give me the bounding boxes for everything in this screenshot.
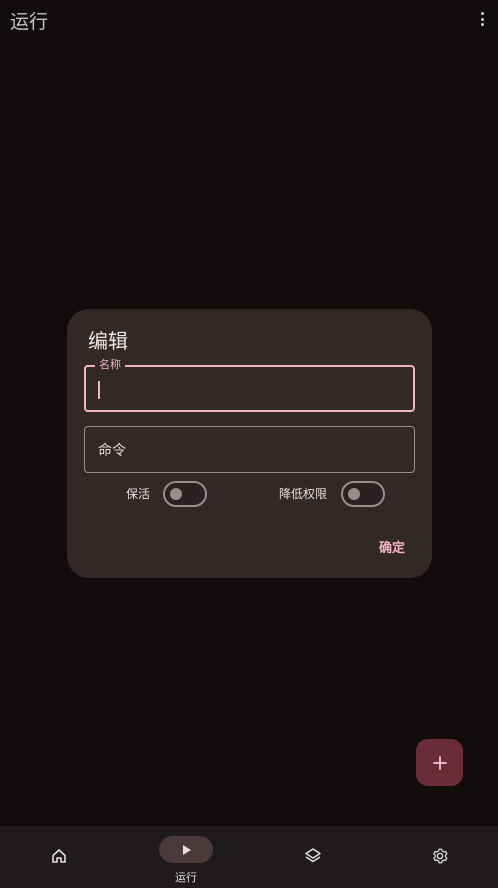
keep-alive-label: 保活 (126, 487, 151, 501)
confirm-button[interactable]: 确定 (379, 537, 405, 556)
nav-item-run[interactable]: 运行 (146, 826, 226, 888)
layers-icon (305, 848, 321, 863)
lower-privilege-switch[interactable] (341, 481, 385, 507)
app-title: 运行 (10, 11, 49, 33)
bottom-navigation: 运行 (0, 826, 498, 888)
gear-icon (433, 848, 448, 864)
play-icon (183, 844, 191, 855)
command-field-placeholder: 命令 (98, 443, 126, 459)
switch-knob (170, 488, 182, 500)
nav-active-indicator (159, 836, 213, 863)
switch-knob (348, 488, 360, 500)
text-caret (98, 381, 100, 399)
add-button[interactable] (416, 739, 463, 786)
home-icon (52, 849, 66, 863)
name-field[interactable]: 名称 (84, 358, 415, 412)
plus-icon (432, 755, 447, 770)
switch-row: 保活 降低权限 (67, 481, 432, 507)
edit-dialog: 编辑 名称 命令 保活 降低权限 确定 (67, 309, 432, 578)
command-field[interactable]: 命令 (84, 426, 415, 473)
nav-item-layers[interactable] (273, 826, 353, 888)
keep-alive-switch[interactable] (163, 481, 207, 507)
more-vert-icon[interactable] (478, 10, 486, 28)
dialog-title: 编辑 (88, 329, 128, 353)
name-field-label: 名称 (95, 358, 125, 372)
nav-item-settings[interactable] (400, 826, 480, 888)
lower-privilege-label: 降低权限 (279, 487, 328, 501)
nav-label-run: 运行 (175, 871, 197, 884)
nav-item-home[interactable] (19, 826, 99, 888)
